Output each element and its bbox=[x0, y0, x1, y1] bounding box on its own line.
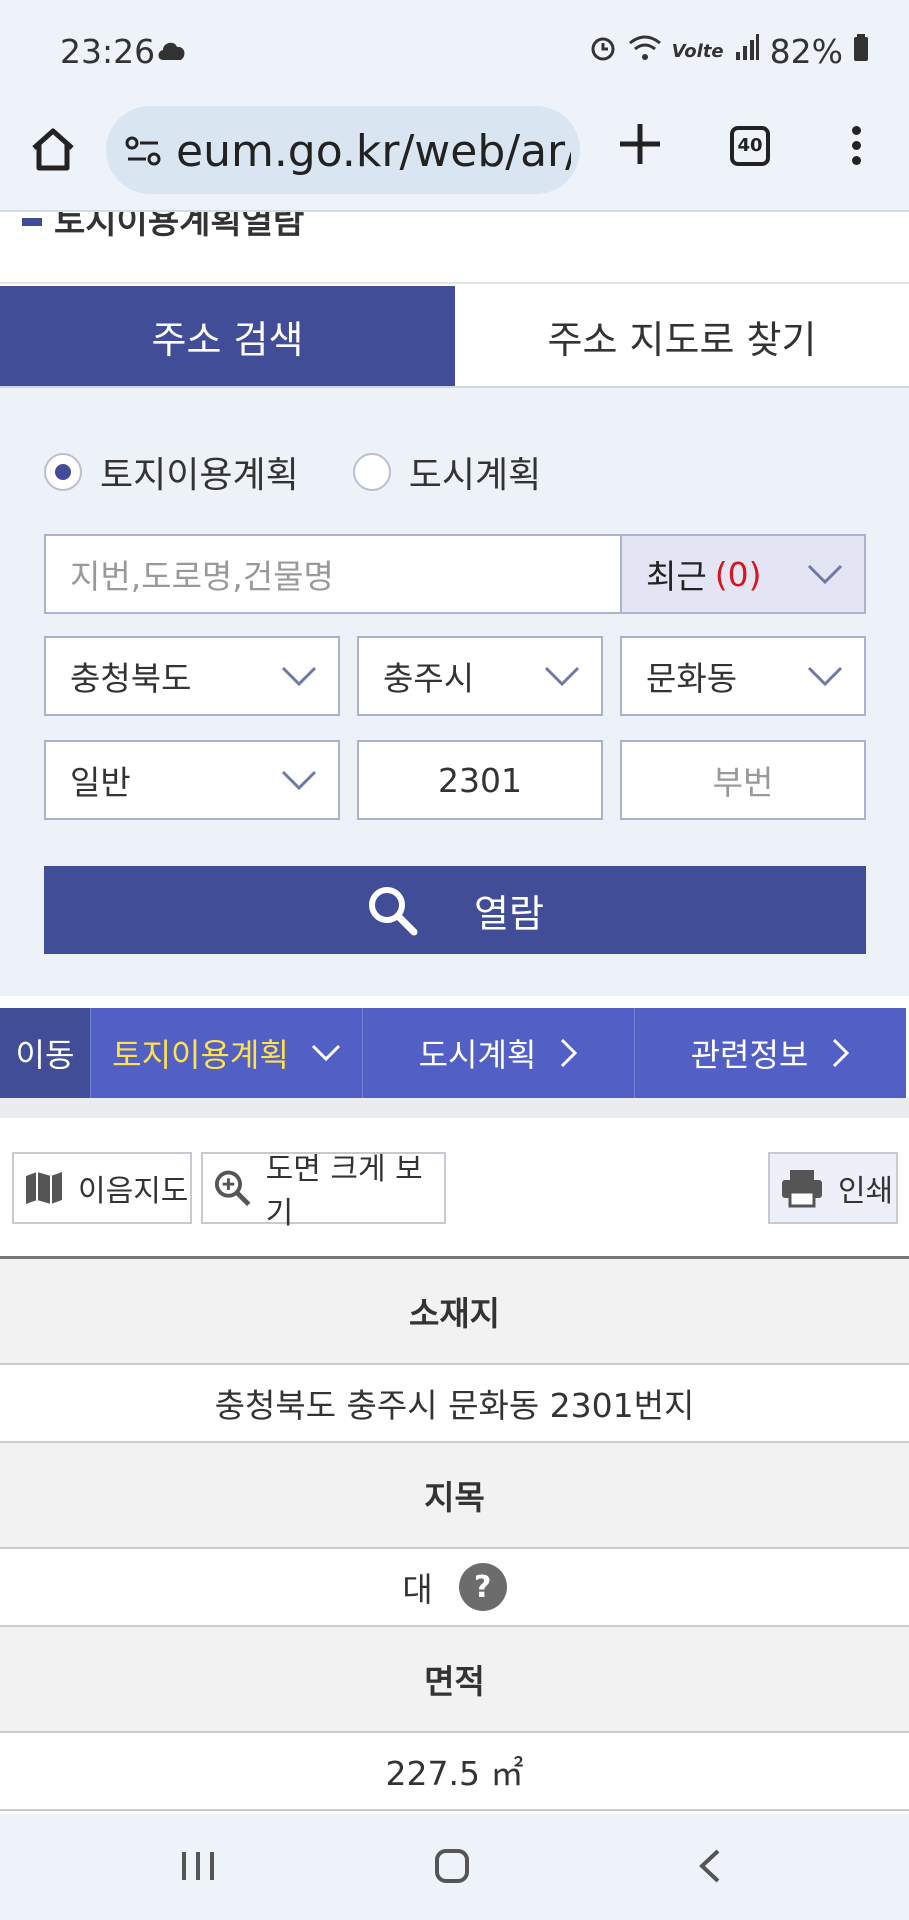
dong-select[interactable]: 문화동 bbox=[620, 636, 866, 716]
title-marker bbox=[22, 218, 42, 226]
zoom-drawing-label: 도면 크게 보기 bbox=[265, 1152, 423, 1231]
battery-percent: 82% bbox=[769, 32, 843, 71]
nav-move-label: 이동 bbox=[0, 1008, 90, 1098]
url-text[interactable]: eum.go.kr/web/ar/ bbox=[176, 126, 571, 177]
volte-label: Volte bbox=[671, 41, 724, 62]
table-header-area: 면적 bbox=[0, 1627, 909, 1733]
city-select[interactable]: 충주시 bbox=[357, 636, 603, 716]
nav-item-label: 관련정보 bbox=[690, 1036, 809, 1074]
main-number-input[interactable]: 2301 bbox=[357, 740, 603, 820]
tab-switcher-button[interactable]: 40 bbox=[730, 126, 770, 166]
table-value-category: 대 bbox=[402, 1570, 433, 1609]
chevron-right-icon bbox=[833, 1038, 850, 1068]
chevron-down-icon bbox=[544, 666, 580, 687]
sub-number-input[interactable]: 부번 bbox=[620, 740, 866, 820]
nav-item-land-use[interactable]: 토지이용계획 bbox=[90, 1008, 362, 1098]
signal-icon bbox=[734, 34, 760, 69]
zoom-in-icon bbox=[214, 1170, 251, 1207]
recent-dropdown[interactable]: 최근 (0) bbox=[620, 534, 866, 614]
radio-city-plan-label[interactable]: 도시계획 bbox=[409, 446, 541, 498]
nav-item-related-info[interactable]: 관련정보 bbox=[634, 1008, 906, 1098]
tab-address-search[interactable]: 주소 검색 bbox=[0, 286, 455, 386]
site-settings-icon[interactable] bbox=[124, 132, 164, 172]
recent-label: 최근 bbox=[646, 557, 707, 596]
table-row-category: 대 ? bbox=[0, 1549, 909, 1627]
radio-land-use[interactable] bbox=[44, 453, 82, 491]
search-tabs: 주소 검색 주소 지도로 찾기 bbox=[0, 286, 909, 388]
tool-buttons: 이음지도 도면 크게 보기 인쇄 bbox=[0, 1150, 909, 1231]
lot-type-select[interactable]: 일반 bbox=[44, 740, 340, 820]
more-menu-icon[interactable] bbox=[848, 126, 864, 170]
city-value: 충주시 bbox=[383, 659, 475, 698]
nav-item-city-plan[interactable]: 도시계획 bbox=[362, 1008, 634, 1098]
table-value-area: 227.5 ㎡ bbox=[0, 1733, 909, 1811]
status-bar: 23:26 Volte 82% bbox=[0, 0, 909, 100]
land-info-table: 소재지 충청북도 충주시 문화동 2301번지 지목 대 ? 면적 227.5 … bbox=[0, 1256, 909, 1811]
address-search-input[interactable]: 지번,도로명,건물명 bbox=[44, 534, 622, 614]
address-bar[interactable]: eum.go.kr/web/ar/ bbox=[106, 106, 580, 194]
chevron-right-icon bbox=[561, 1038, 578, 1068]
view-button[interactable]: 열람 bbox=[44, 866, 866, 954]
table-header-category: 지목 bbox=[0, 1443, 909, 1549]
radio-land-use-label[interactable]: 토지이용계획 bbox=[100, 446, 299, 498]
nav-item-label: 토지이용계획 bbox=[112, 1036, 289, 1074]
radio-city-plan[interactable] bbox=[352, 453, 391, 491]
tab-map-search[interactable]: 주소 지도로 찾기 bbox=[455, 286, 909, 386]
map-icon bbox=[26, 1172, 62, 1204]
chevron-down-icon bbox=[311, 1044, 340, 1062]
province-value: 충청북도 bbox=[70, 659, 192, 698]
print-label: 인쇄 bbox=[838, 1174, 894, 1209]
eum-map-label: 이음지도 bbox=[78, 1174, 189, 1209]
search-panel: 토지이용계획 도시계획 지번,도로명,건물명 최근 (0) 충청북도 충주시 문… bbox=[0, 388, 909, 996]
chevron-down-icon bbox=[807, 666, 843, 687]
table-value-location: 충청북도 충주시 문화동 2301번지 bbox=[0, 1365, 909, 1443]
table-header-location: 소재지 bbox=[0, 1259, 909, 1365]
system-nav-bar bbox=[0, 1814, 909, 1920]
chevron-down-icon bbox=[281, 770, 317, 791]
province-select[interactable]: 충청북도 bbox=[44, 636, 340, 716]
cloud-icon bbox=[155, 36, 189, 71]
wifi-icon bbox=[628, 33, 662, 70]
printer-icon bbox=[782, 1170, 822, 1208]
recent-count: (0) bbox=[714, 554, 762, 594]
print-button[interactable]: 인쇄 bbox=[768, 1152, 898, 1224]
nav-item-label: 도시계획 bbox=[418, 1036, 537, 1074]
browser-toolbar: eum.go.kr/web/ar/ 40 bbox=[0, 100, 909, 212]
eum-map-button[interactable]: 이음지도 bbox=[12, 1152, 192, 1224]
dong-value: 문화동 bbox=[646, 659, 738, 698]
new-tab-icon[interactable] bbox=[614, 118, 666, 170]
status-time: 23:26 bbox=[60, 32, 156, 71]
home-icon[interactable] bbox=[28, 124, 78, 174]
page-title: 토지이용계획열람 bbox=[54, 212, 305, 242]
search-icon bbox=[369, 887, 418, 936]
home-nav-icon[interactable] bbox=[434, 1848, 470, 1888]
back-icon[interactable] bbox=[692, 1848, 728, 1888]
section-nav: 이동 토지이용계획 도시계획 관련정보 bbox=[0, 1008, 909, 1098]
plan-type-radios: 토지이용계획 도시계획 bbox=[44, 446, 595, 498]
alarm-icon bbox=[588, 33, 618, 70]
chevron-down-icon bbox=[281, 666, 317, 687]
battery-icon bbox=[853, 34, 869, 69]
view-button-label: 열람 bbox=[474, 891, 544, 936]
chevron-down-icon bbox=[807, 564, 843, 585]
lot-type-value: 일반 bbox=[70, 763, 131, 802]
page-title-strip: 토지이용계획열람 bbox=[0, 212, 909, 284]
recent-apps-icon[interactable] bbox=[180, 1848, 216, 1888]
help-icon[interactable]: ? bbox=[458, 1563, 507, 1611]
zoom-drawing-button[interactable]: 도면 크게 보기 bbox=[201, 1152, 446, 1231]
divider bbox=[0, 1098, 909, 1118]
